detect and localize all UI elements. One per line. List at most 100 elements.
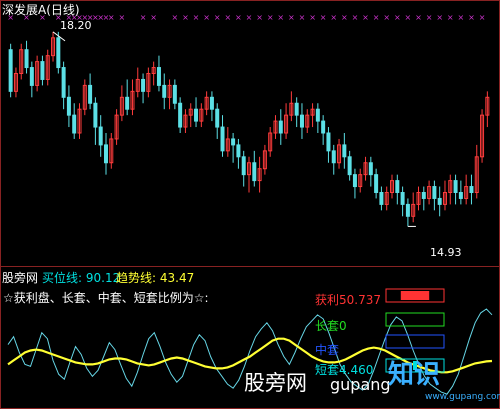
candle xyxy=(40,55,45,86)
candle xyxy=(199,103,204,128)
candle-body xyxy=(368,162,373,176)
candle xyxy=(326,127,331,163)
signal-mark: × xyxy=(193,13,200,22)
candle-body xyxy=(141,78,146,92)
signal-mark: × xyxy=(267,13,274,22)
candle xyxy=(464,174,469,205)
candle-body xyxy=(347,156,352,176)
ratio-box-frame xyxy=(385,334,445,349)
candle xyxy=(310,103,315,128)
candle xyxy=(268,127,273,157)
candle-body xyxy=(421,192,426,199)
candle-body xyxy=(103,144,108,164)
candle-body xyxy=(299,114,304,128)
candle-body xyxy=(315,108,320,122)
candle xyxy=(114,109,119,145)
candle-body xyxy=(400,192,405,205)
ratio-box-mid xyxy=(385,334,445,349)
high-price-label: 18.20 xyxy=(60,19,92,32)
signal-mark: × xyxy=(415,13,422,22)
signal-mark: × xyxy=(479,13,486,22)
signal-mark: × xyxy=(383,13,390,22)
watermark-right: 知识 xyxy=(388,360,441,390)
candle-body xyxy=(93,102,98,128)
legend-profit: 获利50.737 xyxy=(315,293,381,307)
signal-mark: × xyxy=(341,13,348,22)
candle xyxy=(156,55,161,92)
candle xyxy=(45,49,50,86)
candle xyxy=(103,133,108,175)
candle xyxy=(56,31,61,74)
candle xyxy=(24,40,29,74)
candle-body xyxy=(342,144,347,158)
signal-mark: × xyxy=(362,13,369,22)
candle xyxy=(220,115,225,157)
candle-body xyxy=(178,102,183,128)
candle xyxy=(135,67,140,98)
candle-body xyxy=(331,150,336,164)
legend-long: 长套0 xyxy=(315,319,347,333)
candle-body xyxy=(162,84,167,98)
candle xyxy=(77,103,82,139)
candle xyxy=(432,180,437,211)
signal-mark: × xyxy=(203,13,210,22)
candle xyxy=(273,115,278,139)
candle xyxy=(374,168,379,199)
candle xyxy=(458,180,463,205)
candle xyxy=(390,174,395,199)
signal-mark: × xyxy=(235,13,242,22)
candle xyxy=(162,73,167,110)
candle-body xyxy=(98,126,103,146)
candle xyxy=(363,156,368,181)
candle xyxy=(225,127,230,157)
candle xyxy=(72,103,77,139)
signal-mark: × xyxy=(468,13,475,22)
signal-mark: × xyxy=(352,13,359,22)
candle-body xyxy=(321,120,326,134)
signal-mark: × xyxy=(436,13,443,22)
candle xyxy=(352,168,357,199)
candle xyxy=(331,144,336,175)
signal-mark: × xyxy=(320,13,327,22)
candle xyxy=(66,85,71,128)
candle xyxy=(247,156,251,193)
candle xyxy=(411,192,416,223)
candle-body xyxy=(252,162,257,182)
candle-body xyxy=(432,186,437,199)
candle xyxy=(395,174,400,205)
candle xyxy=(8,43,13,98)
signal-mark: × xyxy=(288,13,295,22)
candle-body xyxy=(72,114,77,134)
signal-mark: × xyxy=(140,13,147,22)
signal-mark: × xyxy=(214,13,221,22)
indicator-chart: × × × × ××××××××× × × × × × × × × × × × × × × × × × × × × × × × × × × ×… xyxy=(0,0,500,409)
candle xyxy=(215,103,220,139)
candle-body xyxy=(458,192,463,199)
candle-body xyxy=(66,96,71,116)
candle xyxy=(178,97,183,133)
ratio-box-profit xyxy=(385,288,445,303)
candle xyxy=(384,186,389,211)
candle xyxy=(284,103,289,139)
candle-body xyxy=(405,203,410,217)
signal-mark: × xyxy=(256,13,263,22)
candle xyxy=(278,109,283,145)
candle xyxy=(231,133,236,163)
candle xyxy=(427,180,432,205)
candle xyxy=(474,144,479,199)
low-price-label: 14.93 xyxy=(430,246,462,259)
candle xyxy=(167,79,172,110)
candle xyxy=(305,109,310,133)
candle xyxy=(98,115,103,157)
signal-mark: × xyxy=(277,13,284,22)
ratio-box-fill xyxy=(400,291,430,300)
candle-body xyxy=(88,84,93,104)
candle xyxy=(88,73,93,110)
candle-body xyxy=(125,96,130,110)
candle-body xyxy=(352,174,357,188)
candle xyxy=(141,73,146,104)
candle xyxy=(109,133,114,169)
signal-mark: × xyxy=(182,13,189,22)
candle xyxy=(82,79,87,116)
candle xyxy=(51,31,56,62)
